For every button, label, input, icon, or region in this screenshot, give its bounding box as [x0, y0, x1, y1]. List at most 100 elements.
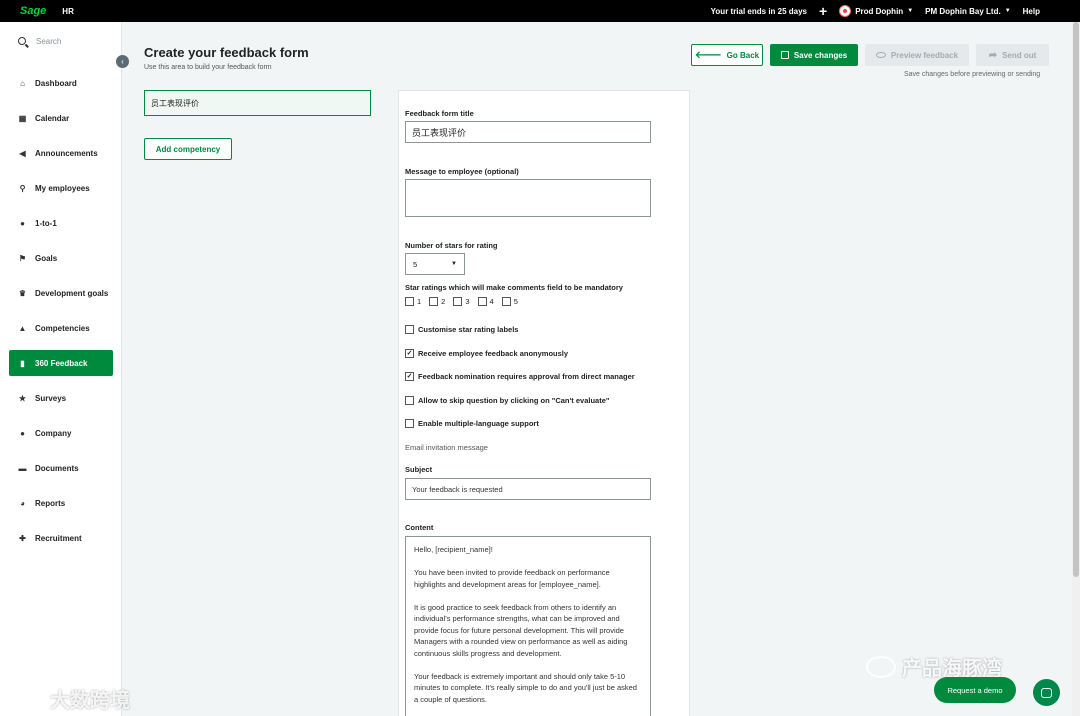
- sidebar-item-360-feedback[interactable]: ▮ 360 Feedback: [9, 350, 113, 376]
- star-icon: ★: [18, 393, 27, 403]
- sidebar-item-label: 360 Feedback: [35, 358, 88, 368]
- form-title-input[interactable]: 员工表现评价: [405, 121, 651, 143]
- message-textarea[interactable]: [405, 179, 651, 217]
- mandatory-star-option[interactable]: 3: [453, 297, 470, 306]
- mandatory-star-option[interactable]: 1: [405, 297, 421, 306]
- pie-chart-icon: ◕: [20, 498, 25, 508]
- mandatory-star-option[interactable]: 5: [501, 297, 518, 306]
- sidebar-item-announcements[interactable]: ◀ Announcements: [9, 140, 113, 166]
- page-scrollbar[interactable]: [1072, 22, 1080, 716]
- sidebar-item-company[interactable]: ● Company: [9, 420, 113, 446]
- org-chart-icon: ⚲: [19, 183, 26, 193]
- sidebar-item-documents[interactable]: ▬ Documents: [9, 455, 113, 481]
- checked-checkbox[interactable]: ✓: [405, 372, 414, 381]
- checkbox[interactable]: [453, 297, 463, 306]
- mandatory-star-options: 1 2 3 4 5: [405, 297, 518, 306]
- checkbox-label: 5: [513, 297, 518, 306]
- request-demo-button[interactable]: Request a demo: [934, 677, 1016, 703]
- option-row[interactable]: Allow to skip question by clicking on "C…: [405, 395, 610, 405]
- sidebar-item-label: Dashboard: [35, 78, 77, 88]
- preview-feedback-button[interactable]: Preview feedback: [865, 44, 969, 66]
- sidebar-item-label: Goals: [35, 253, 58, 263]
- send-out-label: Send out: [1002, 50, 1037, 60]
- chevron-down-icon: ▼: [1004, 8, 1011, 14]
- sidebar-item-recruitment[interactable]: ✚ Recruitment: [9, 525, 113, 551]
- sidebar-item-label: Documents: [35, 463, 79, 473]
- checked-checkbox[interactable]: ✓: [405, 348, 414, 358]
- save-changes-button[interactable]: Save changes: [770, 44, 858, 66]
- content-textarea[interactable]: Hello, [recipient_name]! You have been in…: [405, 536, 651, 716]
- go-back-button[interactable]: 🡐 Go Back: [691, 44, 763, 66]
- subject-label: Subject: [405, 465, 433, 474]
- checkbox[interactable]: [405, 419, 414, 428]
- send-out-button[interactable]: ➦ Send out: [976, 44, 1049, 66]
- checkbox[interactable]: [405, 395, 414, 405]
- sidebar-item-calendar[interactable]: ▦ Calendar: [9, 105, 113, 131]
- arrow-left-icon: 🡐: [694, 50, 722, 61]
- option-row[interactable]: ✓ Receive employee feedback anonymously: [405, 348, 569, 358]
- trophy-icon: ♛: [18, 288, 27, 298]
- sidebar-item-label: Reports: [35, 498, 66, 508]
- topbar-right: Your trial ends in 25 days + Prod Dophin…: [711, 4, 1080, 18]
- checkbox[interactable]: [501, 297, 511, 306]
- option-row[interactable]: Customise star rating labels: [405, 325, 518, 334]
- checkbox-label: 1: [417, 297, 422, 306]
- sidebar-item-dashboard[interactable]: ⌂ Dashboard: [9, 70, 113, 96]
- mandatory-label: Star ratings which will make comments fi…: [405, 283, 623, 292]
- chat-icon: ●: [20, 218, 25, 228]
- checkbox-label: 4: [489, 297, 494, 306]
- plus-icon[interactable]: +: [819, 4, 827, 18]
- subject-input[interactable]: Your feedback is requested: [405, 478, 651, 500]
- checkbox[interactable]: [405, 325, 414, 334]
- sidebar-search[interactable]: Search: [0, 22, 121, 60]
- mandatory-star-option[interactable]: 4: [477, 297, 494, 306]
- search-placeholder: Search: [36, 36, 62, 46]
- checkbox[interactable]: [405, 297, 414, 306]
- collapse-sidebar-icon[interactable]: ‹: [116, 55, 129, 68]
- option-label: Feedback nomination requires approval fr…: [418, 372, 635, 381]
- stars-select[interactable]: 5 ▼: [405, 253, 465, 275]
- help-link[interactable]: Help: [1023, 7, 1040, 16]
- option-label: Receive employee feedback anonymously: [418, 348, 569, 358]
- checkbox[interactable]: [477, 297, 487, 306]
- dropdown-arrow-icon: ▼: [451, 261, 457, 267]
- stars-select-value: 5: [413, 259, 418, 269]
- page-subtitle: Use this area to build your feedback for…: [144, 64, 272, 71]
- mandatory-star-option[interactable]: 2: [429, 297, 445, 306]
- sidebar-item-goals[interactable]: ⚑ Goals: [9, 245, 113, 271]
- graduation-cap-icon: ▲: [18, 323, 27, 333]
- user-name: Prod Dophin: [855, 6, 904, 16]
- scrollbar-thumb[interactable]: [1073, 22, 1079, 577]
- feedback-form-panel: Feedback form title 员工表现评价 Message to em…: [398, 90, 690, 716]
- sidebar-item-competencies[interactable]: ▲ Competencies: [9, 315, 113, 341]
- content-label: Content: [405, 523, 434, 532]
- megaphone-icon: ◀: [19, 148, 26, 158]
- message-label: Message to employee (optional): [405, 167, 519, 176]
- sidebar-item-label: Surveys: [35, 393, 67, 403]
- sidebar-item-label: My employees: [35, 183, 90, 193]
- home-icon: ⌂: [20, 78, 25, 88]
- content-paragraph: It is good practice to seek feedback fro…: [414, 602, 628, 658]
- checkbox[interactable]: [429, 297, 439, 306]
- add-competency-button[interactable]: Add competency: [144, 138, 232, 160]
- add-user-icon: ✚: [19, 533, 26, 543]
- product-name: HR: [62, 6, 74, 16]
- sidebar-item-reports[interactable]: ◕ Reports: [9, 490, 113, 516]
- chat-icon[interactable]: [1033, 679, 1060, 706]
- option-row[interactable]: ✓ Feedback nomination requires approval f…: [405, 372, 635, 381]
- company-name: PM Dophin Bay Ltd.: [925, 6, 1001, 16]
- sidebar-item-my-employees[interactable]: ⚲ My employees: [9, 175, 113, 201]
- sidebar-item-1-to-1[interactable]: ● 1-to-1: [9, 210, 113, 236]
- option-row[interactable]: Enable multiple-language support: [405, 419, 539, 428]
- watermark-left-text: 大数跨境: [50, 690, 130, 712]
- sidebar-item-development-goals[interactable]: ♛ Development goals: [9, 280, 113, 306]
- checkbox-label: 3: [465, 297, 470, 306]
- competency-input[interactable]: 员工表现评价: [144, 90, 371, 116]
- company-menu[interactable]: PM Dophin Bay Ltd. ▼: [925, 7, 1011, 16]
- sidebar-item-surveys[interactable]: ★ Surveys: [9, 385, 113, 411]
- content-paragraph: Your feedback is extremely important and…: [414, 671, 637, 704]
- watermark-logo-icon: [10, 688, 44, 709]
- sage-logo[interactable]: Sage: [20, 5, 46, 17]
- user-menu[interactable]: Prod Dophin ▼: [839, 5, 913, 17]
- option-label: Allow to skip question by clicking on "C…: [418, 395, 610, 405]
